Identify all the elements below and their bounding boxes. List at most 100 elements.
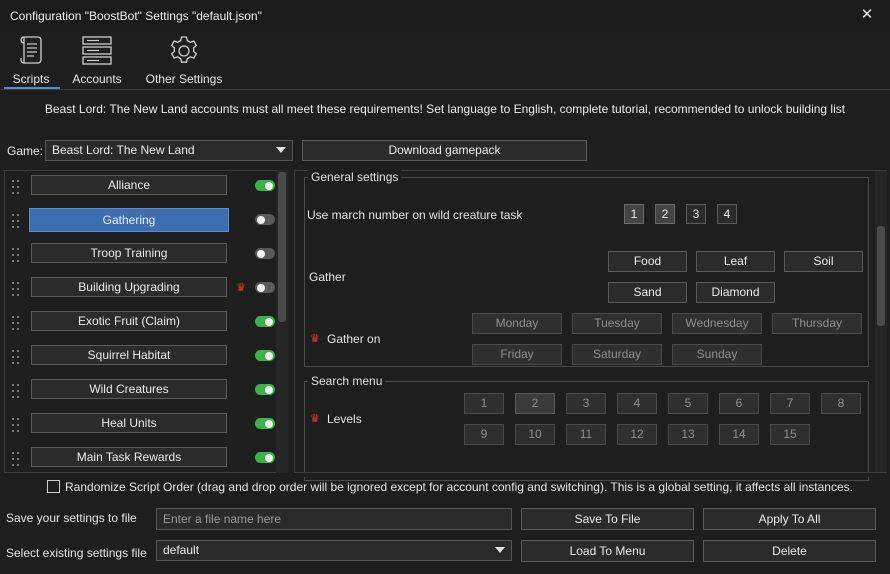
general-settings-group bbox=[304, 177, 869, 367]
tab-scripts[interactable]: Scripts bbox=[4, 32, 58, 88]
game-select[interactable]: Beast Lord: The New Land bbox=[45, 140, 293, 161]
drag-handle-icon[interactable] bbox=[12, 418, 20, 434]
script-toggle[interactable] bbox=[255, 180, 275, 191]
level-10-button[interactable]: 10 bbox=[515, 424, 555, 445]
gather-diamond-button[interactable]: Diamond bbox=[696, 282, 775, 303]
gather-food-button[interactable]: Food bbox=[608, 251, 687, 272]
day-saturday-button[interactable]: Saturday bbox=[572, 344, 662, 365]
server-icon bbox=[80, 34, 114, 69]
script-button-heal-units[interactable]: Heal Units bbox=[31, 413, 227, 433]
gather-leaf-button[interactable]: Leaf bbox=[696, 251, 775, 272]
filename-input[interactable] bbox=[156, 508, 512, 530]
level-11-button[interactable]: 11 bbox=[566, 424, 606, 445]
tabs-divider bbox=[0, 89, 890, 90]
march-number-3[interactable]: 3 bbox=[686, 204, 706, 224]
script-toggle[interactable] bbox=[255, 316, 275, 327]
requirements-notice: Beast Lord: The New Land accounts must a… bbox=[44, 102, 846, 116]
gather-soil-button[interactable]: Soil bbox=[784, 251, 863, 272]
level-14-button[interactable]: 14 bbox=[719, 424, 759, 445]
drag-handle-icon[interactable] bbox=[12, 248, 20, 264]
script-button-alliance[interactable]: Alliance bbox=[31, 175, 227, 195]
script-toggle[interactable] bbox=[255, 350, 275, 361]
load-to-menu-button[interactable]: Load To Menu bbox=[521, 540, 694, 562]
script-button-exotic-fruit[interactable]: Exotic Fruit (Claim) bbox=[31, 311, 227, 331]
game-label: Game: bbox=[7, 144, 44, 158]
settings-file-value: default bbox=[163, 543, 200, 557]
day-sunday-button[interactable]: Sunday bbox=[672, 344, 762, 365]
close-button[interactable]: ✕ bbox=[856, 5, 878, 27]
crown-icon: ♛ bbox=[310, 333, 320, 345]
drag-handle-icon[interactable] bbox=[12, 316, 20, 332]
gather-sand-button[interactable]: Sand bbox=[608, 282, 687, 303]
level-12-button[interactable]: 12 bbox=[617, 424, 657, 445]
level-7-button[interactable]: 7 bbox=[770, 393, 810, 414]
day-wednesday-button[interactable]: Wednesday bbox=[672, 313, 762, 334]
script-toggle[interactable] bbox=[255, 452, 275, 463]
crown-icon: ♛ bbox=[236, 282, 246, 294]
script-list: Alliance Gathering Troop Training Buildi… bbox=[4, 170, 288, 473]
save-to-file-button[interactable]: Save To File bbox=[521, 508, 694, 530]
script-button-main-task-rewards[interactable]: Main Task Rewards bbox=[31, 447, 227, 467]
march-number-1[interactable]: 1 bbox=[624, 204, 644, 224]
window-title: Configuration "BoostBot" Settings "defau… bbox=[10, 9, 262, 23]
drag-handle-icon[interactable] bbox=[12, 282, 20, 298]
crown-icon: ♛ bbox=[310, 413, 320, 425]
drag-handle-icon[interactable] bbox=[12, 180, 20, 196]
level-15-button[interactable]: 15 bbox=[770, 424, 810, 445]
script-toggle[interactable] bbox=[255, 282, 275, 293]
tab-accounts[interactable]: Accounts bbox=[66, 32, 128, 88]
drag-handle-icon[interactable] bbox=[12, 214, 20, 230]
script-row: Exotic Fruit (Claim) bbox=[5, 307, 287, 341]
script-toggle[interactable] bbox=[255, 248, 275, 259]
script-row: Main Task Rewards bbox=[5, 443, 287, 472]
level-2-button[interactable]: 2 bbox=[515, 393, 555, 414]
gather-label: Gather bbox=[309, 270, 346, 284]
panel-clip bbox=[295, 473, 887, 477]
script-button-wild-creatures[interactable]: Wild Creatures bbox=[31, 379, 227, 399]
script-row: Alliance bbox=[5, 171, 287, 205]
scroll-icon bbox=[16, 34, 46, 69]
script-list-scrollbar-thumb[interactable] bbox=[278, 172, 286, 322]
select-settings-label: Select existing settings file bbox=[6, 546, 147, 560]
day-tuesday-button[interactable]: Tuesday bbox=[572, 313, 662, 334]
script-toggle[interactable] bbox=[255, 418, 275, 429]
level-5-button[interactable]: 5 bbox=[668, 393, 708, 414]
script-row: Troop Training bbox=[5, 239, 287, 273]
drag-handle-icon[interactable] bbox=[12, 452, 20, 468]
script-row: Heal Units bbox=[5, 409, 287, 443]
panel-bottom-border bbox=[294, 472, 887, 473]
tab-label: Scripts bbox=[12, 72, 50, 86]
level-3-button[interactable]: 3 bbox=[566, 393, 606, 414]
delete-button[interactable]: Delete bbox=[703, 540, 876, 562]
script-row: Squirrel Habitat bbox=[5, 341, 287, 375]
script-button-building-upgrading[interactable]: Building Upgrading bbox=[31, 277, 227, 297]
march-number-2[interactable]: 2 bbox=[655, 204, 675, 224]
randomize-checkbox[interactable] bbox=[47, 480, 60, 493]
day-friday-button[interactable]: Friday bbox=[472, 344, 562, 365]
script-button-squirrel-habitat[interactable]: Squirrel Habitat bbox=[31, 345, 227, 365]
level-13-button[interactable]: 13 bbox=[668, 424, 708, 445]
settings-file-select[interactable]: default bbox=[156, 540, 512, 561]
download-gamepack-button[interactable]: Download gamepack bbox=[302, 140, 587, 161]
tab-other-settings[interactable]: Other Settings bbox=[140, 32, 228, 88]
script-toggle[interactable] bbox=[255, 214, 275, 225]
level-8-button[interactable]: 8 bbox=[821, 393, 861, 414]
level-1-button[interactable]: 1 bbox=[464, 393, 504, 414]
day-thursday-button[interactable]: Thursday bbox=[772, 313, 862, 334]
save-settings-label: Save your settings to file bbox=[6, 511, 137, 525]
settings-scrollbar-thumb[interactable] bbox=[877, 226, 885, 326]
day-monday-button[interactable]: Monday bbox=[472, 313, 562, 334]
gather-on-label: Gather on bbox=[327, 332, 381, 346]
apply-to-all-button[interactable]: Apply To All bbox=[703, 508, 876, 530]
level-4-button[interactable]: 4 bbox=[617, 393, 657, 414]
script-toggle[interactable] bbox=[255, 384, 275, 395]
drag-handle-icon[interactable] bbox=[12, 384, 20, 400]
level-6-button[interactable]: 6 bbox=[719, 393, 759, 414]
drag-handle-icon[interactable] bbox=[12, 350, 20, 366]
script-row: Gathering bbox=[5, 205, 287, 239]
tab-label: Other Settings bbox=[145, 72, 223, 86]
level-9-button[interactable]: 9 bbox=[464, 424, 504, 445]
march-number-4[interactable]: 4 bbox=[717, 204, 737, 224]
script-button-gathering[interactable]: Gathering bbox=[29, 208, 229, 232]
script-button-troop-training[interactable]: Troop Training bbox=[31, 243, 227, 263]
